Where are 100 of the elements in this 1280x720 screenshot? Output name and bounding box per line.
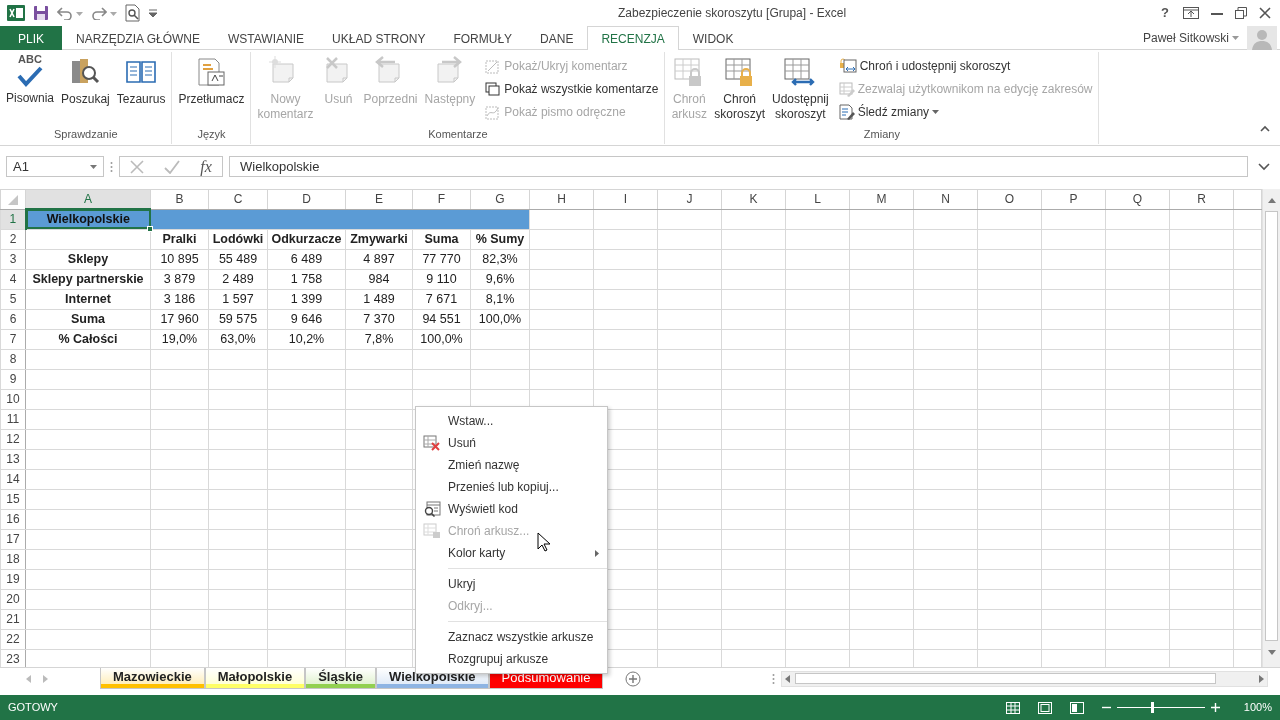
- ribbon-button[interactable]: Chroń i udostępnij skoroszyt: [836, 54, 1095, 77]
- row-header[interactable]: 4: [0, 269, 26, 290]
- column-header[interactable]: B: [150, 189, 209, 209]
- row-header[interactable]: 15: [0, 489, 26, 510]
- dashed-note-icon: [485, 57, 502, 74]
- group-label: Sprawdzanie: [52, 127, 119, 142]
- table-cell: 1 597: [208, 289, 268, 310]
- row-header[interactable]: 22: [0, 629, 26, 650]
- restore-icon: [1235, 7, 1247, 19]
- ribbon-tab[interactable]: DANE: [526, 26, 588, 50]
- horizontal-scrollbar[interactable]: [781, 670, 1268, 687]
- row-header[interactable]: 9: [0, 369, 26, 390]
- row-header[interactable]: 13: [0, 449, 26, 470]
- column-header[interactable]: O: [977, 189, 1042, 209]
- formula-field[interactable]: Wielkopolskie: [229, 156, 1248, 177]
- row-header[interactable]: 21: [0, 609, 26, 630]
- column-header[interactable]: J: [657, 189, 722, 209]
- excel-logo-icon: [7, 4, 25, 22]
- menu-item[interactable]: Wyświetl kod: [416, 498, 607, 520]
- ribbon-button[interactable]: Tezaurus: [114, 54, 168, 127]
- table-cell: 10,2%: [267, 329, 346, 350]
- sheet-tab[interactable]: Śląskie: [305, 668, 376, 689]
- column-header[interactable]: E: [345, 189, 413, 209]
- row-header[interactable]: 11: [0, 409, 26, 430]
- menu-item[interactable]: Zmień nazwę: [416, 454, 607, 476]
- table-cell: 63,0%: [208, 329, 268, 350]
- ribbon-button[interactable]: Poszukaj: [59, 54, 112, 127]
- ribbon-tab[interactable]: PLIK: [0, 26, 62, 50]
- row-header[interactable]: 5: [0, 289, 26, 310]
- menu-item[interactable]: Kolor karty: [416, 542, 607, 564]
- ribbon-button[interactable]: Przetłumacz: [176, 54, 247, 127]
- row-header[interactable]: 10: [0, 389, 26, 410]
- column-header[interactable]: G: [470, 189, 530, 209]
- ribbon-tab[interactable]: NARZĘDZIA GŁÓWNE: [62, 26, 215, 50]
- translate-document-icon: [195, 56, 228, 88]
- vertical-scrollbar-thumb[interactable]: [1265, 211, 1278, 641]
- horizontal-scrollbar-thumb[interactable]: [795, 673, 1216, 684]
- row-header[interactable]: 3: [0, 249, 26, 270]
- ribbon-tab[interactable]: RECENZJA: [587, 26, 679, 50]
- row-header[interactable]: 6: [0, 309, 26, 330]
- menu-item[interactable]: Wstaw...: [416, 410, 607, 432]
- row-header[interactable]: 19: [0, 569, 26, 590]
- ribbon-button[interactable]: Chroń skoroszyt: [712, 54, 767, 127]
- chevron-up-icon: [1260, 124, 1270, 132]
- ribbon-tab[interactable]: WSTAWIANIE: [214, 26, 319, 50]
- zoom-slider-thumb[interactable]: [1151, 702, 1155, 713]
- row-header[interactable]: 17: [0, 529, 26, 550]
- row-header[interactable]: 12: [0, 429, 26, 450]
- ribbon-button[interactable]: Udostępnij skoroszyt: [770, 54, 831, 127]
- ribbon-tab[interactable]: WIDOK: [678, 26, 748, 50]
- name-box[interactable]: A1: [6, 156, 104, 177]
- document-pencil-icon: [838, 103, 855, 120]
- caret-icon: [932, 109, 940, 114]
- corner-triangle-icon: [8, 195, 18, 206]
- help-button[interactable]: ?: [1153, 3, 1177, 23]
- column-header[interactable]: K: [721, 189, 786, 209]
- row-header[interactable]: 14: [0, 469, 26, 490]
- row-header[interactable]: 18: [0, 549, 26, 570]
- ribbon-button[interactable]: ABC Pisownia: [4, 54, 57, 127]
- column-header[interactable]: F: [412, 189, 471, 209]
- row-header[interactable]: 8: [0, 349, 26, 370]
- column-header[interactable]: L: [785, 189, 850, 209]
- column-header[interactable]: R: [1169, 189, 1234, 209]
- menu-item[interactable]: Rozgrupuj arkusze: [416, 648, 607, 670]
- menu-item[interactable]: Usuń: [416, 432, 607, 454]
- row-header[interactable]: 2: [0, 229, 26, 250]
- column-header[interactable]: Q: [1105, 189, 1170, 209]
- column-header[interactable]: M: [849, 189, 914, 209]
- ribbon-button[interactable]: Pokaż wszystkie komentarze: [483, 77, 661, 100]
- table-cell: % Całości: [25, 329, 151, 350]
- row-header[interactable]: 1: [0, 209, 26, 230]
- column-header[interactable]: N: [913, 189, 978, 209]
- user-account-button[interactable]: Paweł Sitkowski: [1140, 26, 1241, 49]
- table-cell: 1 758: [267, 269, 346, 290]
- table-cell: 8,1%: [470, 289, 530, 310]
- column-header[interactable]: D: [267, 189, 346, 209]
- ribbon-button[interactable]: Śledź zmiany: [836, 100, 1095, 123]
- column-header[interactable]: P: [1041, 189, 1106, 209]
- sheet-delete-icon: [423, 435, 441, 451]
- row-header[interactable]: 7: [0, 329, 26, 350]
- menu-item[interactable]: Przenieś lub kopiuj...: [416, 476, 607, 498]
- row-header[interactable]: 16: [0, 509, 26, 530]
- table-cell: 77 770: [412, 249, 471, 270]
- menu-item[interactable]: Zaznacz wszystkie arkusze: [416, 626, 607, 648]
- sheet-tab[interactable]: Małopolskie: [204, 668, 306, 689]
- column-header[interactable]: C: [208, 189, 268, 209]
- scroll-left-icon: [26, 674, 31, 683]
- ribbon-tab[interactable]: FORMUŁY: [439, 26, 527, 50]
- menu-item[interactable]: Ukryj: [416, 573, 607, 595]
- table-cell: 9 110: [412, 269, 471, 290]
- table-cell: 4 897: [345, 249, 413, 270]
- row-header[interactable]: 20: [0, 589, 26, 610]
- column-header[interactable]: A: [25, 189, 151, 209]
- column-header[interactable]: H: [529, 189, 594, 209]
- zoom-level: 100%: [1243, 700, 1272, 716]
- ribbon-tab[interactable]: UKŁAD STRONY: [318, 26, 440, 50]
- column-header[interactable]: I: [593, 189, 658, 209]
- sheet-tab[interactable]: Mazowieckie: [100, 668, 205, 689]
- save-icon: [33, 5, 49, 21]
- customize-caret-icon: [149, 9, 157, 17]
